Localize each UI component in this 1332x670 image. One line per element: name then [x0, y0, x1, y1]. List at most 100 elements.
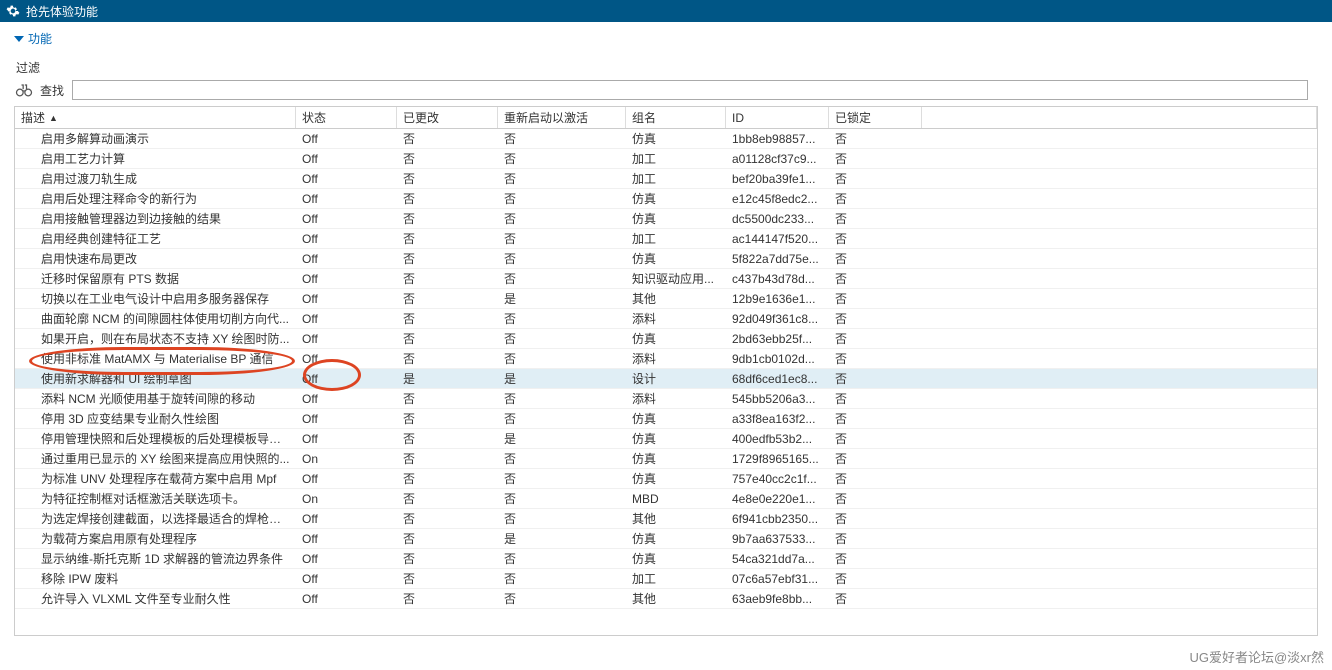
table-row[interactable]: 启用多解算动画演示Off否否仿真1bb8eb98857...否: [15, 129, 1317, 149]
cell-state[interactable]: Off: [296, 592, 397, 606]
cell-state[interactable]: Off: [296, 352, 397, 366]
cell-locked: 否: [829, 510, 922, 527]
column-header-changed[interactable]: 已更改: [397, 107, 498, 128]
cell-id: 9b7aa637533...: [726, 532, 829, 546]
cell-state[interactable]: Off: [296, 552, 397, 566]
cell-state[interactable]: Off: [296, 272, 397, 286]
table-row[interactable]: 停用管理快照和后处理模板的后处理模板导航器Off否是仿真400edfb53b2.…: [15, 429, 1317, 449]
search-input[interactable]: [72, 80, 1308, 100]
table-row[interactable]: 启用过渡刀轨生成Off否否加工bef20ba39fe1...否: [15, 169, 1317, 189]
table-row[interactable]: 启用经典创建特征工艺Off否否加工ac144147f520...否: [15, 229, 1317, 249]
table-row[interactable]: 添料 NCM 光顺使用基于旋转间隙的移动Off否否添料545bb5206a3..…: [15, 389, 1317, 409]
table-row[interactable]: 切换以在工业电气设计中启用多服务器保存Off否是其他12b9e1636e1...…: [15, 289, 1317, 309]
cell-id: 92d049f361c8...: [726, 312, 829, 326]
cell-state[interactable]: Off: [296, 332, 397, 346]
cell-state[interactable]: Off: [296, 432, 397, 446]
cell-locked: 否: [829, 450, 922, 467]
cell-id: 63aeb9fe8bb...: [726, 592, 829, 606]
cell-state[interactable]: Off: [296, 572, 397, 586]
column-header-group[interactable]: 组名: [626, 107, 726, 128]
grid-body[interactable]: 启用多解算动画演示Off否否仿真1bb8eb98857...否启用工艺力计算Of…: [15, 129, 1317, 635]
column-header-spacer: [922, 107, 1317, 128]
section-label: 功能: [28, 30, 52, 47]
cell-group: 仿真: [626, 330, 726, 347]
cell-locked: 否: [829, 190, 922, 207]
cell-state[interactable]: Off: [296, 532, 397, 546]
cell-state[interactable]: Off: [296, 312, 397, 326]
cell-description: 迁移时保留原有 PTS 数据: [15, 270, 296, 287]
cell-id: 2bd63ebb25f...: [726, 332, 829, 346]
cell-id: 400edfb53b2...: [726, 432, 829, 446]
table-row[interactable]: 为选定焊接创建截面，以选择最适合的焊枪并...Off否否其他6f941cbb23…: [15, 509, 1317, 529]
cell-locked: 否: [829, 230, 922, 247]
table-row[interactable]: 启用工艺力计算Off否否加工a01128cf37c9...否: [15, 149, 1317, 169]
table-row[interactable]: 移除 IPW 废料Off否否加工07c6a57ebf31...否: [15, 569, 1317, 589]
table-row[interactable]: 允许导入 VLXML 文件至专业耐久性Off否否其他63aeb9fe8bb...…: [15, 589, 1317, 609]
cell-description: 为载荷方案启用原有处理程序: [15, 530, 296, 547]
table-row[interactable]: 迁移时保留原有 PTS 数据Off否否知识驱动应用...c437b43d78d.…: [15, 269, 1317, 289]
cell-id: 6f941cbb2350...: [726, 512, 829, 526]
column-header-description[interactable]: 描述 ▲: [15, 107, 296, 128]
cell-group: 添料: [626, 310, 726, 327]
cell-id: 9db1cb0102d...: [726, 352, 829, 366]
cell-description: 曲面轮廓 NCM 的间隙圆柱体使用切削方向代...: [15, 310, 296, 327]
cell-changed: 否: [397, 290, 498, 307]
cell-changed: 否: [397, 330, 498, 347]
table-row[interactable]: 为载荷方案启用原有处理程序Off否是仿真9b7aa637533...否: [15, 529, 1317, 549]
binoculars-icon[interactable]: [14, 80, 34, 100]
table-row[interactable]: 曲面轮廓 NCM 的间隙圆柱体使用切削方向代...Off否否添料92d049f3…: [15, 309, 1317, 329]
cell-state[interactable]: Off: [296, 372, 397, 386]
table-row[interactable]: 通过重用已显示的 XY 绘图来提高应用快照的...On否否仿真1729f8965…: [15, 449, 1317, 469]
column-header-state[interactable]: 状态: [296, 107, 397, 128]
cell-changed: 否: [397, 250, 498, 267]
cell-state[interactable]: Off: [296, 252, 397, 266]
cell-state[interactable]: On: [296, 492, 397, 506]
cell-restart: 否: [498, 550, 626, 567]
cell-locked: 否: [829, 210, 922, 227]
cell-locked: 否: [829, 310, 922, 327]
column-header-locked[interactable]: 已锁定: [829, 107, 922, 128]
section-header[interactable]: 功能: [0, 22, 1332, 55]
cell-group: 仿真: [626, 430, 726, 447]
table-row[interactable]: 为标准 UNV 处理程序在载荷方案中启用 MpfOff否否仿真757e40cc2…: [15, 469, 1317, 489]
cell-group: 仿真: [626, 190, 726, 207]
cell-state[interactable]: Off: [296, 392, 397, 406]
column-header-id[interactable]: ID: [726, 107, 829, 128]
table-row[interactable]: 使用非标准 MatAMX 与 Materialise BP 通信Off否否添料9…: [15, 349, 1317, 369]
table-row[interactable]: 启用接触管理器边到边接触的结果Off否否仿真dc5500dc233...否: [15, 209, 1317, 229]
cell-restart: 否: [498, 510, 626, 527]
table-row[interactable]: 如果开启，则在布局状态不支持 XY 绘图时防...Off否否仿真2bd63ebb…: [15, 329, 1317, 349]
cell-state[interactable]: Off: [296, 232, 397, 246]
cell-state[interactable]: Off: [296, 152, 397, 166]
cell-group: 仿真: [626, 450, 726, 467]
cell-id: a33f8ea163f2...: [726, 412, 829, 426]
cell-state[interactable]: Off: [296, 132, 397, 146]
column-header-restart[interactable]: 重新启动以激活: [498, 107, 626, 128]
table-row[interactable]: 使用新求解器和 UI 绘制草图Off是是设计68df6ced1ec8...否: [15, 369, 1317, 389]
cell-state[interactable]: Off: [296, 192, 397, 206]
cell-state[interactable]: Off: [296, 292, 397, 306]
cell-locked: 否: [829, 130, 922, 147]
cell-state[interactable]: Off: [296, 412, 397, 426]
cell-changed: 否: [397, 270, 498, 287]
cell-description: 移除 IPW 废料: [15, 570, 296, 587]
cell-state[interactable]: On: [296, 452, 397, 466]
cell-state[interactable]: Off: [296, 212, 397, 226]
cell-description: 显示纳维-斯托克斯 1D 求解器的管流边界条件: [15, 550, 296, 567]
cell-description: 启用快速布局更改: [15, 250, 296, 267]
table-row[interactable]: 启用后处理注释命令的新行为Off否否仿真e12c45f8edc2...否: [15, 189, 1317, 209]
table-row[interactable]: 为特征控制框对话框激活关联选项卡。On否否MBD4e8e0e220e1...否: [15, 489, 1317, 509]
cell-locked: 否: [829, 470, 922, 487]
window-title: 抢先体验功能: [26, 3, 98, 20]
table-row[interactable]: 显示纳维-斯托克斯 1D 求解器的管流边界条件Off否否仿真54ca321dd7…: [15, 549, 1317, 569]
table-row[interactable]: 停用 3D 应变结果专业耐久性绘图Off否否仿真a33f8ea163f2...否: [15, 409, 1317, 429]
cell-description: 使用新求解器和 UI 绘制草图: [15, 370, 296, 387]
cell-state[interactable]: Off: [296, 472, 397, 486]
search-label: 查找: [40, 82, 64, 99]
table-row[interactable]: 启用快速布局更改Off否否仿真5f822a7dd75e...否: [15, 249, 1317, 269]
cell-description: 启用后处理注释命令的新行为: [15, 190, 296, 207]
cell-group: 加工: [626, 150, 726, 167]
cell-restart: 否: [498, 130, 626, 147]
cell-state[interactable]: Off: [296, 172, 397, 186]
cell-state[interactable]: Off: [296, 512, 397, 526]
